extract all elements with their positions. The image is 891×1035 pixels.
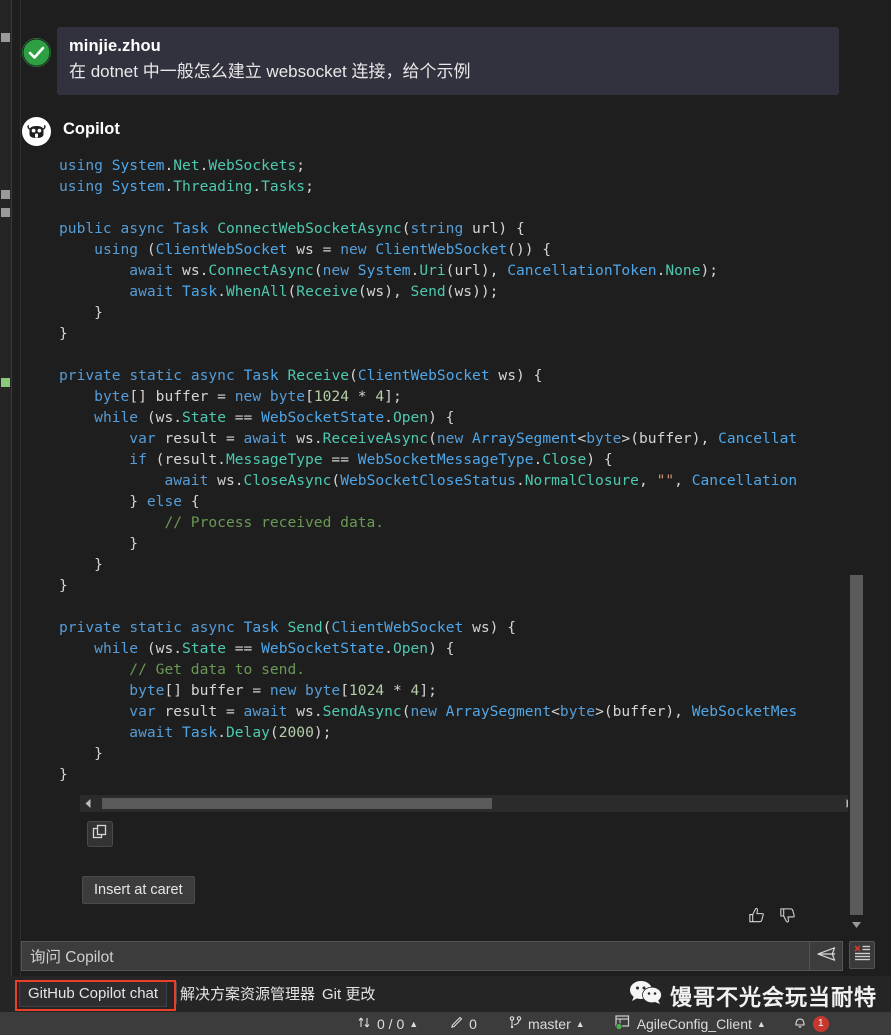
chevron-up-icon[interactable]: ▲ (757, 1019, 766, 1029)
status-sync-count: 0 / 0 (377, 1015, 405, 1032)
send-paper-plane-icon (816, 945, 837, 968)
status-project[interactable]: AgileConfig_Client ▲ (614, 1014, 766, 1033)
chat-vertical-scrollbar[interactable] (848, 0, 865, 930)
copilot-robot-icon (22, 117, 51, 146)
git-branch-icon (508, 1015, 523, 1033)
copy-icon (92, 824, 108, 845)
editor-margin-strip (0, 0, 11, 976)
check-circle-icon (22, 38, 51, 67)
chat-input-field[interactable]: 询问 Copilot (21, 941, 810, 971)
clear-list-icon (853, 944, 872, 966)
margin-marker (1, 190, 10, 199)
code-horizontal-scrollbar[interactable] (80, 795, 857, 812)
thumbs-up-icon[interactable] (747, 906, 766, 925)
user-message-text: 在 dotnet 中一般怎么建立 websocket 连接，给个示例 (69, 62, 471, 81)
chevron-up-icon[interactable]: ▲ (576, 1019, 585, 1029)
status-project-name: AgileConfig_Client (636, 1015, 752, 1032)
tab-git-changes[interactable]: Git 更改 (322, 980, 375, 1007)
send-button[interactable] (810, 941, 843, 971)
status-notifications[interactable]: 1 (792, 1014, 829, 1033)
project-icon (614, 1014, 632, 1033)
status-sync[interactable]: 0 / 0 ▲ (357, 1015, 418, 1033)
wechat-watermark: 馒哥不光会玩当耐特 (629, 979, 877, 1012)
pencil-icon (449, 1015, 464, 1033)
tab-solution-explorer[interactable]: 解决方案资源管理器 (180, 980, 315, 1007)
margin-marker (1, 33, 10, 42)
user-name: minjie.zhou (69, 37, 161, 55)
status-branch[interactable]: master ▲ (508, 1015, 585, 1033)
status-edit-count: 0 (469, 1015, 477, 1032)
notification-badge: 1 (812, 1015, 829, 1032)
chevron-up-icon[interactable]: ▲ (409, 1019, 418, 1029)
chat-input-placeholder: 询问 Copilot (30, 949, 114, 966)
assistant-name: Copilot (63, 120, 120, 138)
margin-marker (1, 208, 10, 217)
code-block-content[interactable]: using System.Net.WebSockets; using Syste… (59, 155, 859, 785)
status-branch-name: master (527, 1015, 571, 1032)
vertical-scrollbar-thumb[interactable] (850, 575, 863, 915)
bell-icon (792, 1014, 808, 1033)
status-edits[interactable]: 0 (449, 1015, 477, 1033)
tab-separator (176, 982, 177, 1004)
insert-at-caret-button[interactable]: Insert at caret (82, 876, 195, 904)
message-feedback-group (747, 906, 797, 925)
user-message-bubble: minjie.zhou 在 dotnet 中一般怎么建立 websocket 连… (57, 27, 839, 95)
chat-input-row: 询问 Copilot (21, 941, 875, 971)
copy-code-button[interactable] (87, 821, 113, 847)
copilot-chat-panel: minjie.zhou 在 dotnet 中一般怎么建立 websocket 连… (0, 0, 891, 1035)
thumbs-down-icon[interactable] (778, 906, 797, 925)
tab-github-copilot-chat[interactable]: GitHub Copilot chat (19, 980, 168, 1007)
scroll-left-arrow-icon[interactable] (80, 795, 97, 812)
horizontal-scrollbar-thumb[interactable] (102, 798, 492, 809)
watermark-text: 馒哥不光会玩当耐特 (669, 984, 877, 1010)
strip-divider (11, 0, 12, 976)
code-block: using System.Net.WebSockets; using Syste… (59, 155, 859, 785)
status-bar: 0 / 0 ▲ 0 master ▲ AgileConfig_Client ▲ … (0, 1012, 891, 1035)
scroll-down-arrow-icon[interactable] (850, 918, 863, 930)
margin-marker-modified (1, 378, 10, 387)
wechat-icon (629, 979, 663, 1012)
sync-arrows-icon (357, 1015, 372, 1033)
clear-chat-button[interactable] (849, 941, 875, 969)
chat-message-list: minjie.zhou 在 dotnet 中一般怎么建立 websocket 连… (21, 0, 859, 930)
